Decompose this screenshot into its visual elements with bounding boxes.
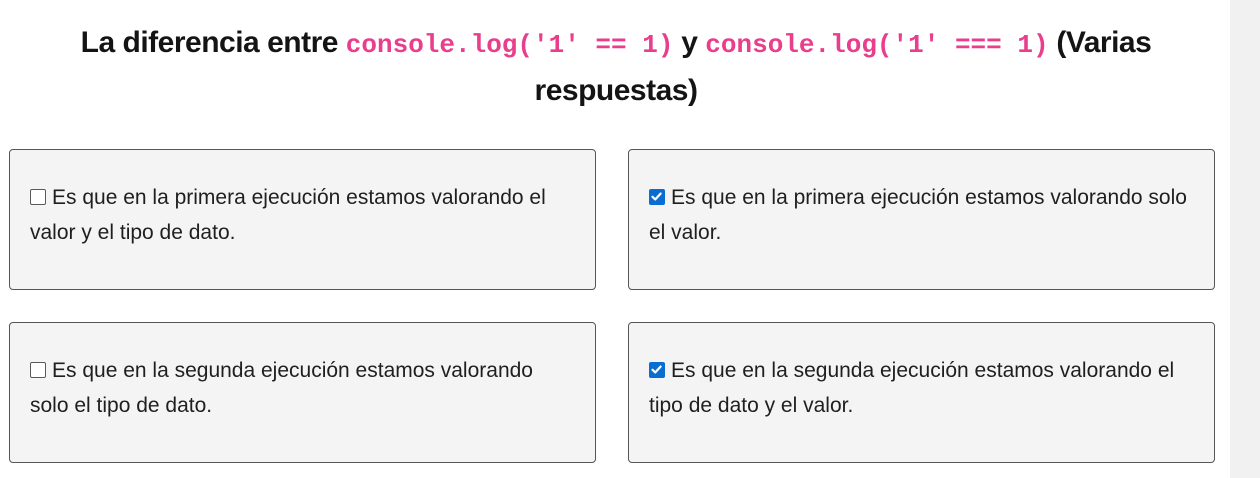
- answer-option-4[interactable]: Es que en la segunda ejecución estamos v…: [628, 322, 1215, 463]
- checkbox-unchecked-icon[interactable]: [30, 362, 46, 378]
- answer-option-2[interactable]: Es que en la primera ejecución estamos v…: [628, 149, 1215, 290]
- checkbox-unchecked-icon[interactable]: [30, 189, 46, 205]
- question-connector: y: [673, 26, 706, 59]
- answer-option-3[interactable]: Es que en la segunda ejecución estamos v…: [9, 322, 596, 463]
- code-snippet-strict-equality: console.log('1' === 1): [705, 30, 1049, 60]
- answer-option-1[interactable]: Es que en la primera ejecución estamos v…: [9, 149, 596, 290]
- checkbox-checked-icon[interactable]: [649, 189, 665, 205]
- question-title: La diferencia entre console.log('1' == 1…: [20, 20, 1212, 114]
- answer-option-text: Es que en la segunda ejecución estamos v…: [649, 359, 1175, 417]
- question-prefix: La diferencia entre: [80, 26, 346, 59]
- code-snippet-loose-equality: console.log('1' == 1): [345, 30, 674, 60]
- answer-option-text: Es que en la segunda ejecución estamos v…: [30, 359, 533, 417]
- scrollbar-track[interactable]: [1230, 0, 1260, 478]
- checkbox-checked-icon[interactable]: [649, 362, 665, 378]
- answer-option-text: Es que en la primera ejecución estamos v…: [30, 186, 546, 244]
- answer-option-text: Es que en la primera ejecución estamos v…: [649, 186, 1187, 244]
